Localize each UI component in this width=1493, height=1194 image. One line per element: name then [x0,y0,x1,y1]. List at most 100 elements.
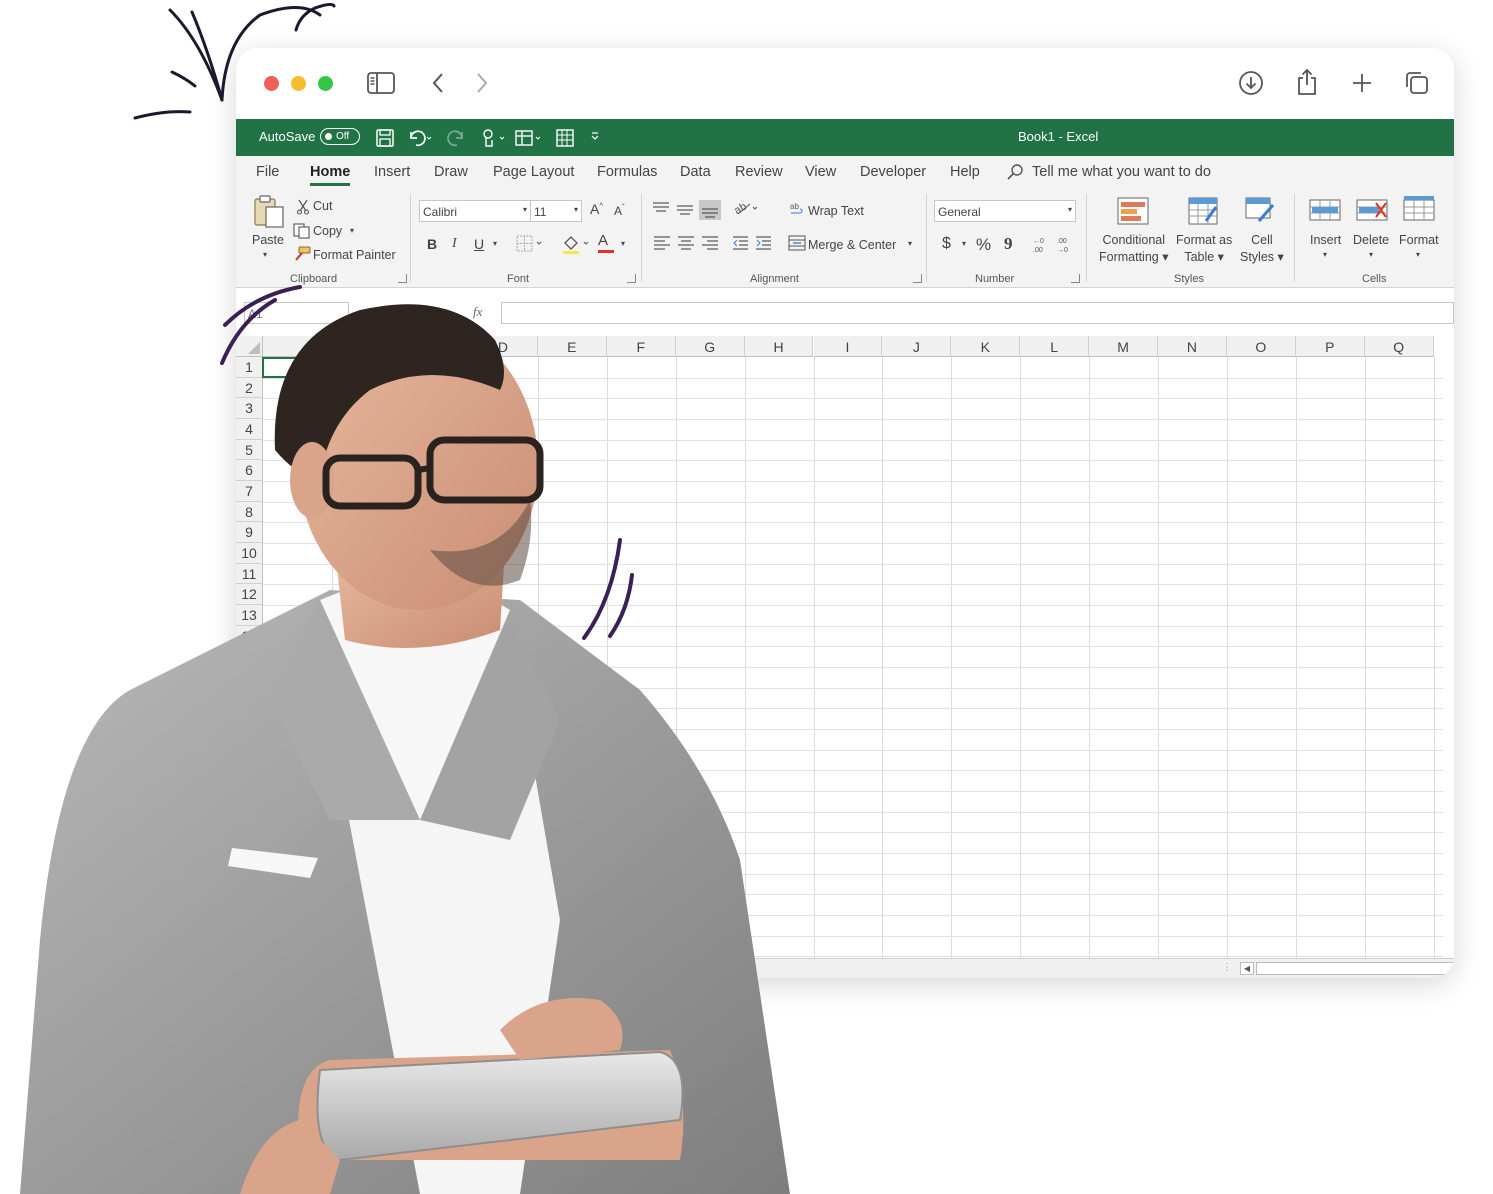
shrink-font-button[interactable]: Aˇ [614,203,625,218]
tell-me-search[interactable]: Tell me what you want to do [1032,164,1211,180]
insert-cells-button[interactable]: Insert [1310,233,1341,247]
undo-icon[interactable] [407,128,433,151]
column-header-q[interactable]: Q [1364,336,1434,357]
download-icon[interactable] [1236,68,1266,98]
column-header-l[interactable]: L [1020,336,1090,357]
tab-file[interactable]: File [256,164,279,180]
format-painter-button[interactable]: Format Painter [313,248,396,262]
align-left-icon[interactable] [652,234,720,255]
format-cells-icon [1403,195,1435,226]
chevron-down-icon: ▾ [573,205,578,214]
grid-column-line [1020,357,1022,958]
sidebar-toggle-icon[interactable] [366,68,396,98]
column-header-k[interactable]: K [951,336,1021,357]
font-color-button[interactable]: A [598,232,614,253]
tab-data[interactable]: Data [680,164,711,180]
copy-dropdown-icon[interactable]: ▾ [350,226,354,235]
tab-home[interactable]: Home [310,164,351,186]
alignment-launcher-icon[interactable] [913,274,922,283]
grow-font-button[interactable]: A^ [590,201,603,217]
zoom-window-button[interactable] [318,76,333,91]
column-header-i[interactable]: I [813,336,883,357]
cut-button[interactable]: Cut [313,199,332,213]
autosave-toggle[interactable]: Off [320,128,360,145]
format-dropdown-icon[interactable]: ▾ [1416,250,1420,259]
grow-font-label: A [590,201,600,217]
bold-button[interactable]: B [427,236,437,252]
shrink-font-label: A [614,204,623,218]
grid-column-line [1364,357,1366,958]
tab-insert[interactable]: Insert [374,164,410,180]
copy-button[interactable]: Copy [313,224,342,238]
orientation-icon[interactable]: ab [732,198,762,221]
insert-dropdown-icon[interactable]: ▾ [1323,250,1327,259]
tab-help[interactable]: Help [950,164,980,180]
number-group-label: Number [975,273,1015,285]
column-header-p[interactable]: P [1295,336,1365,357]
conditional-formatting-button[interactable]: Conditional Formatting ▾ [1099,232,1169,266]
alignment-group-label: Alignment [750,273,799,285]
decimal-icons[interactable]: ←0 .00 .00 →0 [1029,234,1079,259]
tab-draw[interactable]: Draw [434,164,468,180]
save-icon[interactable] [376,129,394,150]
table-grid-icon[interactable] [555,128,575,151]
italic-button[interactable]: I [452,236,457,252]
fill-color-icon[interactable] [561,233,591,258]
scroll-left-icon[interactable]: ◀ [1240,962,1254,975]
column-header-j[interactable]: J [882,336,952,357]
tab-review[interactable]: Review [735,164,783,180]
comma-style-button[interactable]: 9 [1004,234,1013,254]
merge-center-button[interactable]: Merge & Center [808,238,896,252]
indent-icons[interactable] [731,234,773,255]
format-cells-button[interactable]: Format [1399,233,1439,247]
tab-overview-icon[interactable] [1402,68,1432,98]
paste-button[interactable]: Paste [252,233,284,247]
underline-dropdown-icon[interactable]: ▾ [493,239,497,248]
currency-button[interactable]: $ [942,235,951,253]
touch-mode-icon[interactable] [480,128,506,151]
back-arrow-icon[interactable] [423,68,453,98]
split-handle-icon[interactable]: ⋮ [1222,962,1232,973]
merge-dropdown-icon[interactable]: ▾ [908,239,912,248]
horizontal-scrollbar[interactable] [1256,962,1454,975]
font-color-dropdown-icon[interactable]: ▾ [621,239,625,248]
ribbon-tabs: File Home Insert Draw Page Layout Formul… [236,156,1454,186]
underline-button[interactable]: U [474,236,484,252]
grid-column-line [882,357,884,958]
wrap-text-button[interactable]: Wrap Text [808,204,864,218]
tab-page-layout[interactable]: Page Layout [493,164,574,180]
group-separator [926,194,927,282]
delete-cells-button[interactable]: Delete [1353,233,1389,247]
share-icon[interactable] [1292,67,1322,97]
delete-dropdown-icon[interactable]: ▾ [1369,250,1373,259]
paste-icon[interactable] [252,194,286,233]
close-window-button[interactable] [264,76,279,91]
currency-dropdown-icon[interactable]: ▾ [962,239,966,248]
font-size-dropdown[interactable]: 11 ▾ [530,200,582,222]
number-launcher-icon[interactable] [1071,274,1080,283]
tab-developer[interactable]: Developer [860,164,926,180]
number-format-dropdown[interactable]: General ▾ [934,200,1076,222]
format-as-table-button[interactable]: Format as Table ▾ [1176,232,1232,266]
customize-toolbar-icon[interactable] [589,130,601,147]
clipboard-launcher-icon[interactable] [398,274,407,283]
clipboard-group-label: Clipboard [290,273,338,285]
cell-styles-button[interactable]: Cell Styles ▾ [1240,232,1284,266]
column-header-m[interactable]: M [1089,336,1158,357]
sort-icon[interactable] [514,128,544,151]
new-tab-plus-icon[interactable] [1347,68,1377,98]
paste-dropdown-icon[interactable]: ▾ [263,250,267,259]
forward-arrow-icon[interactable] [467,68,497,98]
column-header-n[interactable]: N [1158,336,1227,357]
font-name-dropdown[interactable]: Calibri ▾ [419,200,531,222]
minimize-window-button[interactable] [291,76,306,91]
svg-text:←0: ←0 [1033,238,1044,245]
font-launcher-icon[interactable] [627,274,636,283]
column-header-o[interactable]: O [1226,336,1296,357]
align-top-icon[interactable] [651,199,723,224]
borders-icon[interactable] [516,235,546,256]
tab-view[interactable]: View [805,164,836,180]
tab-formulas[interactable]: Formulas [597,164,657,180]
format-as-table-icon [1188,197,1220,228]
percent-button[interactable]: % [976,235,991,255]
